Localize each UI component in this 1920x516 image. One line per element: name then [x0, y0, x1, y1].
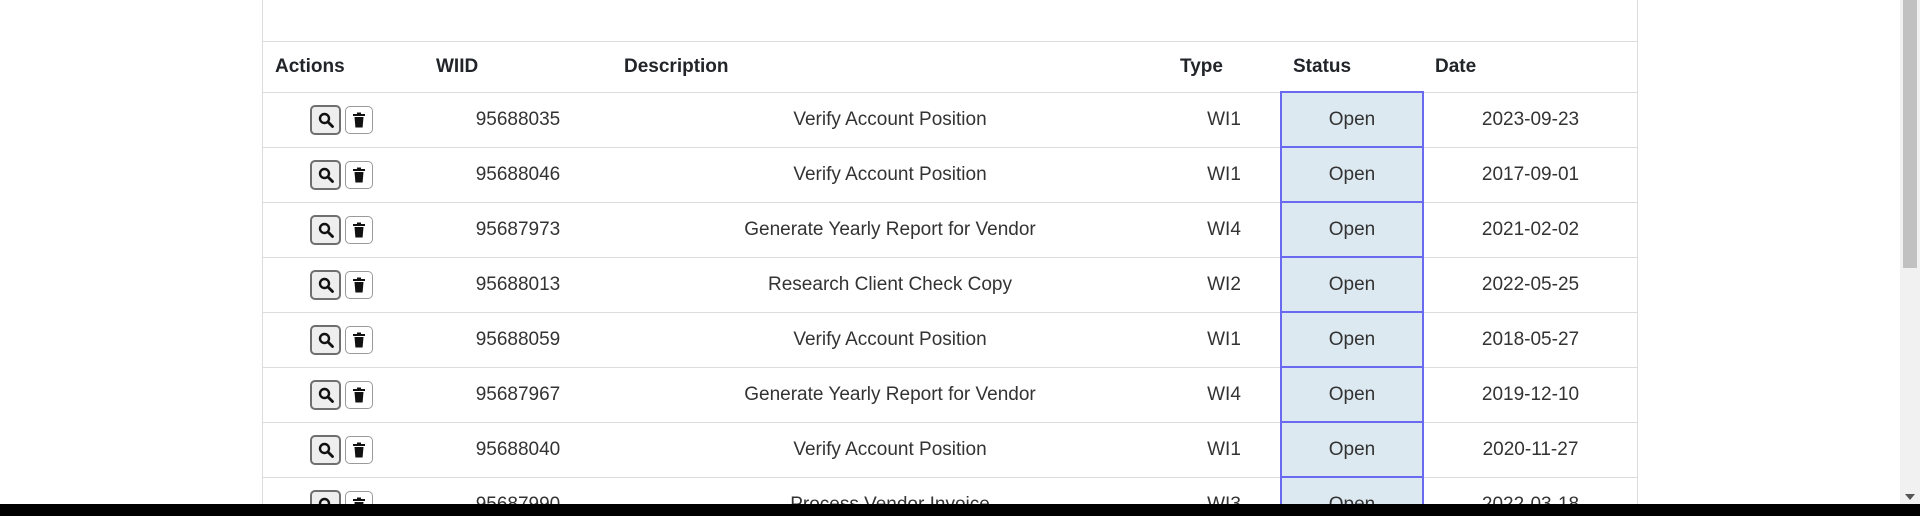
row-actions	[263, 92, 424, 148]
view-button[interactable]	[310, 104, 341, 135]
table-row[interactable]: 95688046 Verify Account Position WI1 Open 20…	[263, 146, 1637, 203]
table-row[interactable]: 95688035 Verify Account Position WI1 Open 20…	[263, 91, 1637, 148]
cell-date: 2018-05-27	[1423, 312, 1637, 368]
view-button[interactable]	[310, 269, 341, 300]
delete-button[interactable]	[345, 270, 373, 299]
cell-status[interactable]: Open	[1280, 146, 1424, 203]
table-row[interactable]: 95688040 Verify Account Position WI1 Open 20…	[263, 421, 1637, 478]
cell-description: Research Client Check Copy	[612, 257, 1168, 313]
cell-description: Verify Account Position	[612, 422, 1168, 478]
cell-status[interactable]: Open	[1280, 201, 1424, 258]
vertical-scrollbar[interactable]	[1900, 0, 1920, 504]
header-status: Status	[1281, 42, 1423, 93]
table-row[interactable]: 95687973 Generate Yearly Report for Vendo…	[263, 201, 1637, 258]
table-row[interactable]: 95688013 Research Client Check Copy WI2 Ope…	[263, 256, 1637, 313]
header-type: Type	[1168, 42, 1281, 93]
cell-date: 2017-09-01	[1423, 147, 1637, 203]
card-top-strip	[263, 0, 1637, 42]
cell-description: Verify Account Position	[612, 312, 1168, 368]
delete-button[interactable]	[345, 380, 373, 409]
delete-button[interactable]	[345, 435, 373, 464]
cell-wiid: 95688035	[424, 92, 612, 148]
cell-date: 2021-02-02	[1423, 202, 1637, 258]
cell-status[interactable]: Open	[1280, 91, 1424, 148]
delete-button[interactable]	[345, 215, 373, 244]
cell-wiid: 95688040	[424, 422, 612, 478]
header-description: Description	[612, 42, 1168, 93]
cell-type: WI4	[1168, 367, 1281, 423]
work-items-table: Actions WIID Description Type Status Dat…	[263, 42, 1637, 516]
bottom-edge-bar	[0, 504, 1920, 516]
cell-description: Verify Account Position	[612, 147, 1168, 203]
header-wiid: WIID	[424, 42, 612, 93]
cell-type: WI2	[1168, 257, 1281, 313]
scroll-down-arrow-icon[interactable]	[1905, 494, 1915, 500]
cell-wiid: 95687973	[424, 202, 612, 258]
table-header-row: Actions WIID Description Type Status Dat…	[263, 42, 1637, 93]
view-button[interactable]	[310, 379, 341, 410]
cell-type: WI1	[1168, 147, 1281, 203]
header-actions: Actions	[263, 42, 424, 93]
cell-type: WI4	[1168, 202, 1281, 258]
scrollbar-thumb[interactable]	[1903, 0, 1917, 268]
cell-date: 2023-09-23	[1423, 92, 1637, 148]
row-actions	[263, 367, 424, 423]
page: Actions WIID Description Type Status Dat…	[0, 0, 1920, 516]
cell-status[interactable]: Open	[1280, 366, 1424, 423]
cell-wiid: 95687967	[424, 367, 612, 423]
cell-type: WI1	[1168, 92, 1281, 148]
view-button[interactable]	[310, 434, 341, 465]
cell-description: Generate Yearly Report for Vendor	[612, 202, 1168, 258]
view-button[interactable]	[310, 214, 341, 245]
cell-date: 2020-11-27	[1423, 422, 1637, 478]
cell-description: Generate Yearly Report for Vendor	[612, 367, 1168, 423]
row-actions	[263, 422, 424, 478]
cell-description: Verify Account Position	[612, 92, 1168, 148]
row-actions	[263, 147, 424, 203]
cell-wiid: 95688013	[424, 257, 612, 313]
cell-type: WI1	[1168, 422, 1281, 478]
view-button[interactable]	[310, 159, 341, 190]
cell-status[interactable]: Open	[1280, 421, 1424, 478]
cell-status[interactable]: Open	[1280, 311, 1424, 368]
table-row[interactable]: 95687967 Generate Yearly Report for Vendo…	[263, 366, 1637, 423]
row-actions	[263, 312, 424, 368]
cell-type: WI1	[1168, 312, 1281, 368]
cell-status[interactable]: Open	[1280, 256, 1424, 313]
row-actions	[263, 202, 424, 258]
table-row[interactable]: 95688059 Verify Account Position WI1 Open 20…	[263, 311, 1637, 368]
delete-button[interactable]	[345, 160, 373, 189]
work-items-card: Actions WIID Description Type Status Dat…	[262, 0, 1638, 516]
delete-button[interactable]	[345, 105, 373, 134]
cell-date: 2022-05-25	[1423, 257, 1637, 313]
delete-button[interactable]	[345, 325, 373, 354]
cell-date: 2019-12-10	[1423, 367, 1637, 423]
table-body: 95688035 Verify Account Position WI1 Open 20…	[263, 91, 1637, 516]
cell-wiid: 95688059	[424, 312, 612, 368]
view-button[interactable]	[310, 324, 341, 355]
header-date: Date	[1423, 42, 1637, 93]
row-actions	[263, 257, 424, 313]
cell-wiid: 95688046	[424, 147, 612, 203]
